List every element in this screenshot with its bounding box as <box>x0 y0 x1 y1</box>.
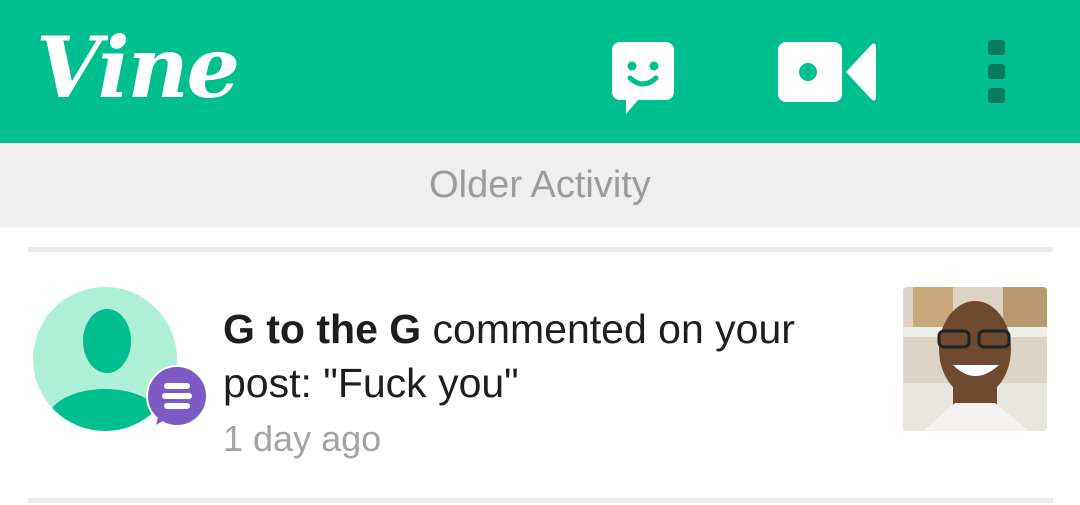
menu-dot <box>988 40 1005 55</box>
app-bar: Vine <box>0 0 1080 143</box>
messages-button[interactable] <box>612 42 674 116</box>
activity-timestamp: 1 day ago <box>223 418 382 459</box>
overflow-menu-button[interactable] <box>984 40 1008 106</box>
divider <box>28 247 1053 252</box>
vine-logo: Vine <box>36 18 240 117</box>
older-activity-button[interactable]: Older Activity <box>0 143 1080 227</box>
camera-button[interactable] <box>778 40 878 104</box>
comment-badge <box>146 365 208 427</box>
menu-dot <box>988 88 1005 103</box>
menu-dot <box>988 64 1005 79</box>
comment-icon <box>156 383 192 425</box>
activity-username[interactable]: G to the G <box>223 306 421 352</box>
divider <box>28 498 1053 503</box>
activity-text[interactable]: G to the G commented on your post: "Fuck… <box>223 302 873 410</box>
older-activity-label: Older Activity <box>429 163 651 206</box>
post-thumbnail-image <box>903 287 1047 431</box>
post-thumbnail[interactable] <box>903 287 1047 431</box>
camera-icon <box>778 42 876 102</box>
messages-icon <box>612 42 674 114</box>
